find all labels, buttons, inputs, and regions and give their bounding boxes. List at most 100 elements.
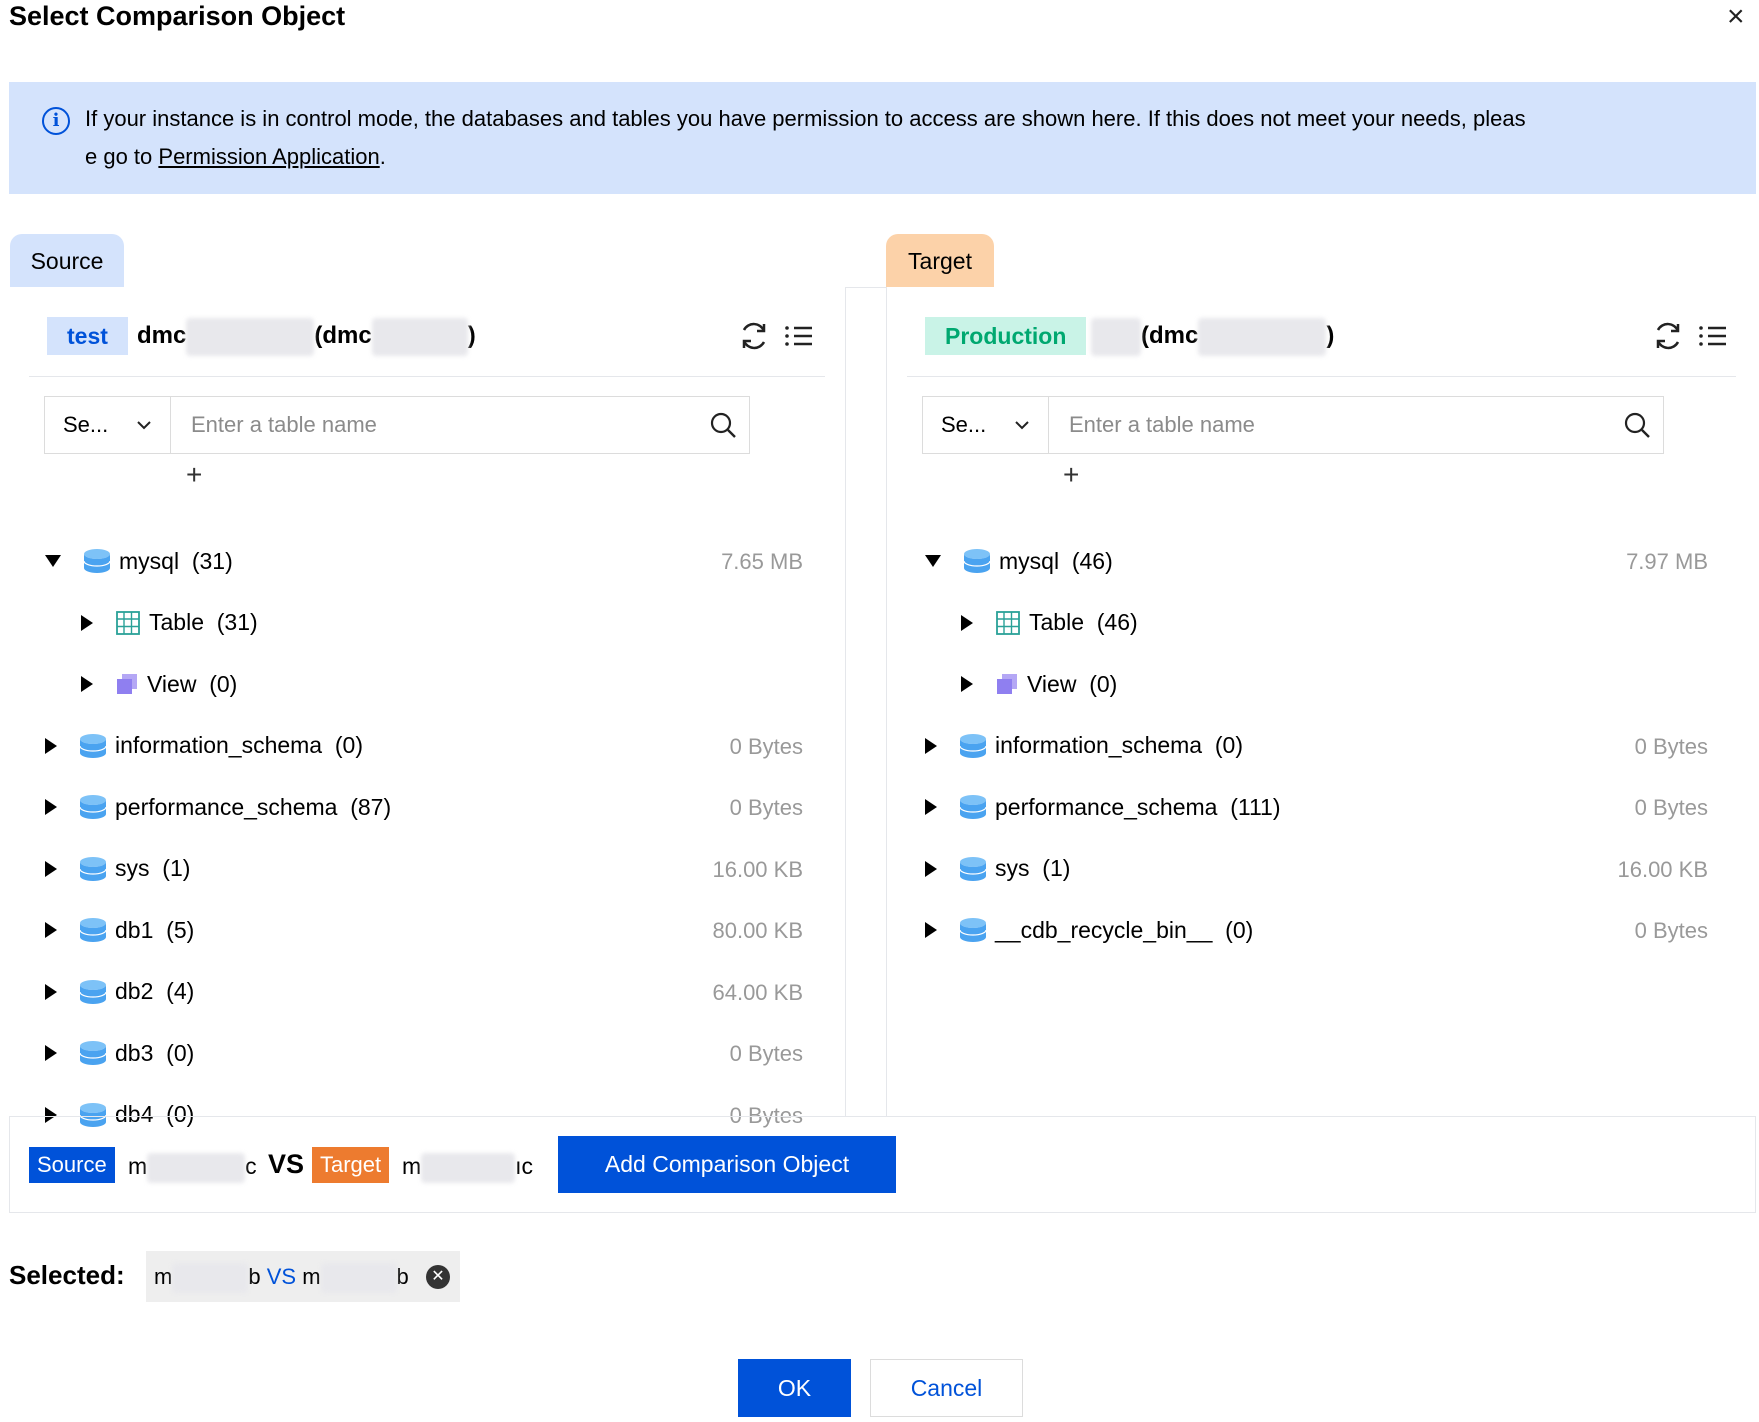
tree-item-label: mysql (31)	[119, 547, 233, 574]
database-icon	[79, 1041, 107, 1065]
target-search-select[interactable]: Se...	[923, 397, 1049, 453]
tree-item-label: performance_schema (111)	[995, 793, 1281, 820]
caret-right-icon[interactable]	[925, 922, 937, 938]
refresh-icon[interactable]	[737, 319, 771, 353]
tree-db-row[interactable]: sys (1)	[45, 849, 190, 889]
caret-right-icon[interactable]	[45, 737, 57, 754]
selected-label: Selected:	[9, 1260, 125, 1290]
info-banner-line2: e go to Permission Application.	[85, 138, 1756, 176]
source-search-row: Se...	[44, 396, 750, 454]
source-table-search-input[interactable]	[171, 397, 691, 453]
tree-child-row[interactable]: View (0)	[961, 664, 1117, 704]
tree-item-label: performance_schema (87)	[115, 793, 392, 820]
tree-item-size: 64.00 KB	[712, 979, 803, 1005]
target-instance-short: m ıc	[402, 1150, 533, 1183]
caret-right-icon[interactable]	[925, 799, 937, 815]
caret-right-icon[interactable]	[45, 799, 57, 815]
tree-db-row[interactable]: db3 (0)	[45, 1033, 194, 1073]
source-add-filter-button[interactable]: +	[186, 460, 202, 490]
vs-label: VS	[268, 1149, 305, 1179]
tree-item-size: 0 Bytes	[729, 733, 803, 759]
tree-item-label: View (0)	[147, 670, 238, 697]
source-instance-name: dmc (dmc)	[137, 317, 476, 356]
target-table-search-input[interactable]	[1049, 397, 1609, 453]
target-instance-prefix: (dmc	[1141, 322, 1199, 349]
tree-db-row[interactable]: __cdb_recycle_bin__ (0)	[925, 910, 1253, 950]
caret-right-icon[interactable]	[961, 676, 973, 692]
chevron-down-icon	[1015, 421, 1029, 430]
tree-db-row[interactable]: db4 (0)	[45, 1095, 194, 1135]
source-search-select[interactable]: Se...	[45, 397, 171, 453]
target-panel: Production (dmc) Se... + mysql (46)7.97	[886, 287, 1756, 1117]
caret-right-icon[interactable]	[45, 1106, 57, 1123]
ok-button[interactable]: OK	[738, 1359, 851, 1417]
tree-item-size: 16.00 KB	[1617, 856, 1708, 882]
caret-right-icon[interactable]	[925, 737, 937, 754]
list-settings-icon[interactable]	[781, 319, 815, 353]
tree-item-size: 0 Bytes	[1634, 733, 1708, 759]
refresh-icon[interactable]	[1651, 319, 1685, 353]
tree-child-row[interactable]: Table (46)	[961, 603, 1138, 643]
database-icon	[79, 733, 107, 758]
target-tab: Target	[886, 234, 994, 288]
target-select-value: Se...	[941, 412, 987, 437]
redacted-block	[1198, 317, 1327, 356]
database-icon	[79, 1102, 107, 1127]
tree-item-label: View (0)	[1027, 670, 1118, 697]
tree-db-row[interactable]: performance_schema (87)	[45, 787, 391, 827]
caret-right-icon[interactable]	[45, 983, 57, 1000]
caret-down-icon[interactable]	[45, 555, 61, 567]
source-short-prefix: m	[128, 1153, 148, 1179]
tree-item-label: information_schema (0)	[115, 732, 363, 758]
remove-chip-icon[interactable]: ✕	[426, 1265, 450, 1289]
add-comparison-object-button[interactable]: Add Comparison Object	[558, 1136, 896, 1193]
source-vs-tag: Source	[29, 1147, 115, 1183]
target-vs-tag: Target	[312, 1147, 390, 1183]
database-icon	[79, 856, 107, 881]
source-tab: Source	[10, 234, 124, 288]
tree-db-row[interactable]: db1 (5)	[45, 910, 194, 950]
tree-db-row[interactable]: db2 (4)	[45, 972, 194, 1012]
caret-right-icon[interactable]	[45, 922, 57, 938]
target-instance-name: (dmc)	[1091, 317, 1334, 356]
search-icon[interactable]	[709, 411, 737, 439]
source-instance-suffix: )	[467, 322, 476, 349]
list-settings-icon[interactable]	[1695, 319, 1729, 353]
caret-right-icon[interactable]	[961, 614, 973, 631]
tree-item-size: 0 Bytes	[1634, 918, 1708, 943]
source-select-value: Se...	[63, 412, 109, 437]
caret-right-icon[interactable]	[45, 860, 57, 877]
source-short-suffix: c	[245, 1153, 257, 1179]
caret-down-icon[interactable]	[925, 555, 941, 567]
tree-item-size: 7.65 MB	[721, 549, 803, 574]
target-short-suffix: ıc	[515, 1153, 534, 1179]
tree-db-row[interactable]: mysql (46)	[925, 541, 1113, 581]
tree-item-size: 7.97 MB	[1626, 549, 1708, 574]
tree-item-label: db3 (0)	[115, 1039, 195, 1066]
close-icon[interactable]: ×	[1727, 2, 1745, 32]
chip-target-prefix: m	[302, 1264, 321, 1289]
cancel-button[interactable]: Cancel	[870, 1359, 1023, 1417]
tree-db-row[interactable]: performance_schema (111)	[925, 787, 1281, 827]
tree-item-label: db1 (5)	[115, 916, 195, 943]
caret-right-icon[interactable]	[81, 614, 93, 631]
tree-child-row[interactable]: Table (31)	[81, 603, 258, 643]
tree-db-row[interactable]: information_schema (0)	[925, 726, 1243, 766]
permission-application-link[interactable]: Permission Application	[158, 144, 379, 169]
search-icon[interactable]	[1623, 411, 1651, 439]
tree-item-label: db4 (0)	[115, 1101, 195, 1127]
caret-right-icon[interactable]	[45, 1045, 57, 1061]
tree-db-row[interactable]: information_schema (0)	[45, 726, 363, 766]
tree-db-row[interactable]: sys (1)	[925, 849, 1070, 889]
database-icon	[79, 979, 107, 1004]
caret-right-icon[interactable]	[925, 860, 937, 877]
target-add-filter-button[interactable]: +	[1063, 460, 1079, 490]
caret-right-icon[interactable]	[81, 676, 93, 692]
database-icon	[963, 549, 991, 573]
tree-item-label: Table (31)	[149, 609, 258, 635]
tree-child-row[interactable]: View (0)	[81, 664, 237, 704]
target-search-row: Se...	[922, 396, 1664, 454]
source-panel-header: test dmc (dmc)	[29, 315, 825, 377]
tree-db-row[interactable]: mysql (31)	[45, 541, 233, 581]
redacted-block	[172, 1263, 249, 1294]
